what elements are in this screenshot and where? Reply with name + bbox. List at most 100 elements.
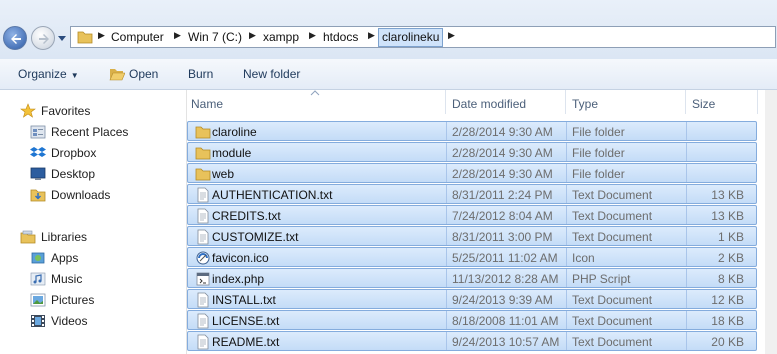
breadcrumb-separator-icon[interactable]: ▶ bbox=[368, 30, 375, 41]
nav-recent-places[interactable]: Recent Places bbox=[0, 122, 180, 142]
nav-videos[interactable]: Videos bbox=[0, 311, 180, 331]
file-size: 13 KB bbox=[711, 188, 744, 202]
open-button[interactable]: Open bbox=[129, 67, 158, 81]
text-file-icon bbox=[197, 187, 209, 203]
nav-label: Apps bbox=[51, 251, 79, 265]
file-date: 8/31/2011 3:00 PM bbox=[452, 230, 553, 244]
file-size: 20 KB bbox=[711, 335, 744, 349]
file-name: AUTHENTICATION.txt bbox=[212, 188, 333, 202]
folder-icon bbox=[195, 147, 211, 160]
file-size: 1 KB bbox=[717, 230, 744, 244]
table-row[interactable]: module 2/28/2014 9:30 AM File folder bbox=[187, 142, 757, 162]
file-size: 12 KB bbox=[711, 293, 744, 307]
column-divider[interactable] bbox=[757, 90, 758, 114]
breadcrumb-win7-drive[interactable]: Win 7 (C:) bbox=[188, 30, 242, 44]
desktop-icon bbox=[30, 167, 46, 180]
text-file-icon bbox=[197, 334, 209, 350]
file-name: favicon.ico bbox=[212, 251, 269, 265]
breadcrumb-xampp[interactable]: xampp bbox=[263, 30, 299, 44]
column-date-modified[interactable]: Date modified bbox=[452, 97, 526, 111]
music-library-icon bbox=[30, 272, 46, 286]
file-date: 2/28/2014 9:30 AM bbox=[452, 125, 553, 139]
table-row[interactable]: index.php 11/13/2012 8:28 AM PHP Script … bbox=[187, 268, 757, 288]
apps-library-icon bbox=[31, 252, 45, 264]
nav-label: Music bbox=[51, 272, 83, 286]
column-header: Name Date modified Type Size bbox=[187, 90, 777, 114]
nav-label: Pictures bbox=[51, 293, 95, 307]
column-size[interactable]: Size bbox=[692, 97, 715, 111]
table-row[interactable]: favicon.ico 5/25/2011 11:02 AM Icon 2 KB bbox=[187, 247, 757, 267]
file-size: 18 KB bbox=[711, 314, 744, 328]
breadcrumb-computer[interactable]: Computer bbox=[111, 30, 164, 44]
vertical-scrollbar[interactable] bbox=[765, 90, 777, 354]
recent-pages-dropdown-icon[interactable] bbox=[58, 34, 66, 42]
navigation-pane: Favorites Recent Places Dropbox Desktop … bbox=[0, 90, 186, 354]
file-name: module bbox=[212, 146, 252, 160]
table-row[interactable]: CUSTOMIZE.txt 8/31/2011 3:00 PM Text Doc… bbox=[187, 226, 757, 246]
libraries-icon bbox=[20, 230, 36, 244]
breadcrumb-clarolineku[interactable]: clarolineku bbox=[378, 28, 444, 47]
table-row[interactable]: claroline 2/28/2014 9:30 AM File folder bbox=[187, 121, 757, 141]
column-divider[interactable] bbox=[445, 90, 446, 114]
text-file-icon bbox=[197, 292, 209, 308]
nav-favorites[interactable]: Favorites bbox=[0, 101, 180, 121]
nav-pictures[interactable]: Pictures bbox=[0, 290, 180, 310]
dropbox-icon bbox=[30, 147, 46, 157]
file-date: 9/24/2013 10:57 AM bbox=[452, 335, 560, 349]
table-row[interactable]: AUTHENTICATION.txt 8/31/2011 2:24 PM Tex… bbox=[187, 184, 757, 204]
text-file-icon bbox=[197, 313, 209, 329]
ico-file-icon bbox=[196, 251, 210, 265]
file-date: 2/28/2014 9:30 AM bbox=[452, 146, 553, 160]
breadcrumb-separator-icon[interactable]: ▶ bbox=[448, 30, 455, 41]
videos-library-icon bbox=[31, 315, 45, 327]
folder-icon bbox=[195, 126, 211, 139]
star-icon bbox=[20, 103, 36, 118]
breadcrumb-htdocs[interactable]: htdocs bbox=[323, 30, 358, 44]
forward-button[interactable] bbox=[31, 26, 55, 50]
new-folder-button[interactable]: New folder bbox=[243, 67, 300, 81]
table-row[interactable]: README.txt 9/24/2013 10:57 AM Text Docum… bbox=[187, 331, 757, 351]
column-divider[interactable] bbox=[685, 90, 686, 114]
file-type: Text Document bbox=[572, 188, 653, 202]
table-row[interactable]: INSTALL.txt 9/24/2013 9:39 AM Text Docum… bbox=[187, 289, 757, 309]
file-type: Text Document bbox=[572, 314, 653, 328]
file-name: index.php bbox=[212, 272, 265, 286]
table-row[interactable]: CREDITS.txt 7/24/2012 8:04 AM Text Docum… bbox=[187, 205, 757, 225]
recent-places-icon bbox=[30, 125, 46, 139]
file-name: CUSTOMIZE.txt bbox=[212, 230, 299, 244]
nav-downloads[interactable]: Downloads bbox=[0, 185, 180, 205]
nav-label: Favorites bbox=[41, 104, 91, 118]
php-file-icon bbox=[196, 272, 210, 286]
command-bar: Organize ▼ Open Burn New folder bbox=[0, 59, 777, 90]
nav-desktop[interactable]: Desktop bbox=[0, 164, 180, 184]
column-type[interactable]: Type bbox=[572, 97, 598, 111]
breadcrumb-separator-icon[interactable]: ▶ bbox=[174, 30, 181, 41]
table-row[interactable]: web 2/28/2014 9:30 AM File folder bbox=[187, 163, 757, 183]
nav-apps[interactable]: Apps bbox=[0, 248, 180, 268]
nav-label: Desktop bbox=[51, 167, 96, 181]
file-name: claroline bbox=[212, 125, 257, 139]
column-divider[interactable] bbox=[565, 90, 566, 114]
back-button[interactable] bbox=[3, 26, 27, 50]
file-type: Text Document bbox=[572, 209, 653, 223]
burn-button[interactable]: Burn bbox=[188, 67, 213, 81]
text-file-icon bbox=[197, 229, 209, 245]
nav-libraries[interactable]: Libraries bbox=[0, 227, 180, 247]
breadcrumb[interactable]: ▶ Computer ▶ Win 7 (C:) ▶ xampp ▶ htdocs… bbox=[70, 26, 776, 48]
organize-label: Organize bbox=[18, 67, 67, 81]
organize-button[interactable]: Organize ▼ bbox=[18, 67, 79, 81]
nav-label: Libraries bbox=[41, 230, 88, 244]
chevron-down-icon: ▼ bbox=[70, 71, 79, 80]
file-type: Text Document bbox=[572, 335, 653, 349]
table-row[interactable]: LICENSE.txt 8/18/2008 11:01 AM Text Docu… bbox=[187, 310, 757, 330]
breadcrumb-separator-icon[interactable]: ▶ bbox=[98, 30, 105, 41]
breadcrumb-separator-icon[interactable]: ▶ bbox=[309, 30, 316, 41]
nav-music[interactable]: Music bbox=[0, 269, 180, 289]
file-type: PHP Script bbox=[572, 272, 631, 286]
open-folder-icon bbox=[109, 69, 125, 81]
file-type: File folder bbox=[572, 167, 625, 181]
file-name: LICENSE.txt bbox=[212, 314, 280, 328]
breadcrumb-separator-icon[interactable]: ▶ bbox=[249, 30, 256, 41]
nav-dropbox[interactable]: Dropbox bbox=[0, 143, 180, 163]
column-name[interactable]: Name bbox=[191, 97, 223, 111]
